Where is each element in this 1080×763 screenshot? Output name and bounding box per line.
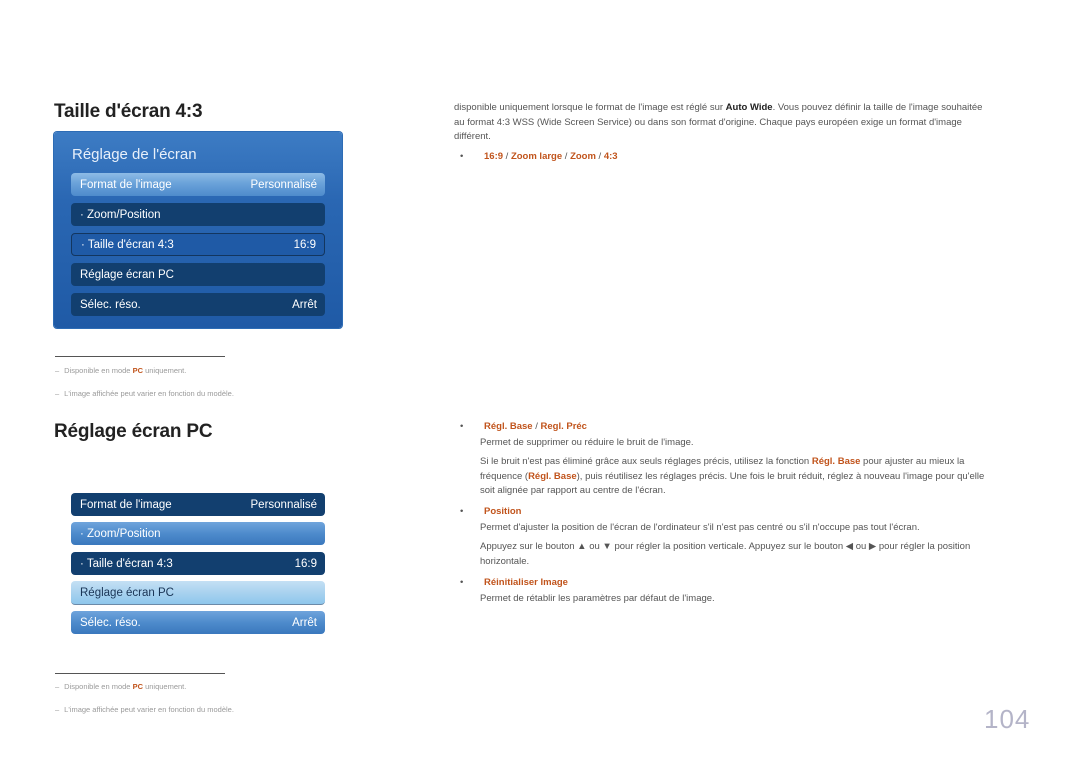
bullet-description: Permet d'ajuster la position de l'écran … xyxy=(480,522,920,533)
bullet-title: Regl. Préc xyxy=(540,421,587,432)
bullet-icon: • xyxy=(460,577,464,588)
bullet-title: Position xyxy=(484,506,522,517)
menu-item-label: Format de l'image xyxy=(80,178,172,191)
menu-item-selec-reso[interactable]: Sélec. réso. Arrêt xyxy=(71,611,325,634)
bullet-icon: • xyxy=(460,421,464,432)
options-bullet: • 16:9 / Zoom large / Zoom / 4:3 xyxy=(460,151,618,162)
menu-item-value: Personnalisé xyxy=(250,178,317,191)
intro-paragraph: disponible uniquement lorsque le format … xyxy=(454,101,1034,145)
menu-item-taille-ecran[interactable]: · Taille d'écran 4:3 16:9 xyxy=(71,233,325,256)
menu-item-value: 16:9 xyxy=(294,557,317,570)
section-title-taille-ecran: Taille d'écran 4:3 xyxy=(54,101,203,122)
text: disponible uniquement lorsque le format … xyxy=(454,102,726,113)
footnote-divider xyxy=(55,673,225,674)
dash-icon: – xyxy=(55,389,60,398)
menu-item-label: · Taille d'écran 4:3 xyxy=(80,557,173,570)
separator: / xyxy=(562,151,571,162)
menu-item-format-image[interactable]: Format de l'image Personnalisé xyxy=(71,493,325,516)
footnote-text: L'image affichée peut varier en fonction… xyxy=(64,389,234,398)
menu-item-selec-reso[interactable]: Sélec. réso. Arrêt xyxy=(71,293,325,316)
text: . Vous pouvez définir la taille de l'ima… xyxy=(772,102,983,113)
menu-item-format-image[interactable]: Format de l'image Personnalisé xyxy=(71,173,325,196)
detail-line: horizontale. xyxy=(480,555,530,567)
dash-icon: – xyxy=(55,705,60,714)
menu-item-taille-ecran[interactable]: · Taille d'écran 4:3 16:9 xyxy=(71,552,325,575)
menu-item-label: Sélec. réso. xyxy=(80,616,141,629)
section-title-reglage-ecran-pc: Réglage écran PC xyxy=(54,421,213,442)
footnote-highlight: PC xyxy=(132,682,143,691)
separator: / xyxy=(532,421,541,432)
dash-icon: – xyxy=(55,366,60,375)
footnote: – L'image affichée peut varier en fonctio… xyxy=(55,705,234,714)
footnote: – L'image affichée peut varier en fonctio… xyxy=(55,389,234,398)
menu-item-label: · Taille d'écran 4:3 xyxy=(81,238,174,251)
option-name: 16:9 xyxy=(484,151,504,162)
accent-text: Régl. Base xyxy=(811,456,861,467)
footnote-highlight: PC xyxy=(132,366,143,375)
option-name: 4:3 xyxy=(603,151,618,162)
detail-line: Appuyez sur le bouton ▲ ou ▼ pour régler… xyxy=(480,541,971,552)
detail-line: Si le bruit n'est pas éliminé grâce aux … xyxy=(480,455,1020,470)
osd-title: Réglage de l'écran xyxy=(72,146,197,163)
page-number: 104 xyxy=(984,704,1031,734)
footnote: – Disponible en mode PC uniquement. xyxy=(55,682,186,691)
menu-item-label: Format de l'image xyxy=(80,498,172,511)
text: ), puis réutilisez les réglages précis. … xyxy=(576,470,985,482)
menu-item-reglage-ecran-pc[interactable]: Réglage écran PC xyxy=(71,581,325,605)
menu-item-label: Réglage écran PC xyxy=(80,586,174,599)
dash-icon: – xyxy=(55,682,60,691)
option-name: Zoom large xyxy=(510,151,563,162)
detail-line: fréquence (Régl. Base), puis réutilisez … xyxy=(480,470,1020,485)
footnote: – Disponible en mode PC uniquement. xyxy=(55,366,186,375)
menu-item-label: Sélec. réso. xyxy=(80,298,141,311)
footnote-text: Disponible en mode xyxy=(64,682,133,691)
footnote-text: uniquement. xyxy=(142,366,187,375)
bullet-icon: • xyxy=(460,151,464,162)
bullet-icon: • xyxy=(460,506,464,517)
separator: / xyxy=(595,151,604,162)
menu-item-zoom-position[interactable]: · Zoom/Position xyxy=(71,522,325,545)
menu-item-value: Arrêt xyxy=(292,616,317,629)
menu-item-label: · Zoom/Position xyxy=(80,527,161,540)
detail-line: soit alignée par rapport au centre de l'… xyxy=(480,485,666,496)
bullet-description: Permet de rétablir les paramètres par dé… xyxy=(480,593,715,604)
bullet-position: • Position xyxy=(460,506,521,517)
bold-text: Auto Wide xyxy=(725,102,773,113)
menu-item-value: Arrêt xyxy=(292,298,317,311)
intro-line: au format 4:3 WSS (Wide Screen Service) … xyxy=(454,116,962,128)
footnote-text: uniquement. xyxy=(142,682,187,691)
text: Si le bruit n'est pas éliminé grâce aux … xyxy=(480,456,812,467)
intro-line: disponible uniquement lorsque le format … xyxy=(454,101,1034,116)
footnote-text: L'image affichée peut varier en fonction… xyxy=(64,705,234,714)
bullet-detail: Appuyez sur le bouton ▲ ou ▼ pour régler… xyxy=(480,540,1020,569)
intro-line: différent. xyxy=(454,131,491,142)
footnote-divider xyxy=(55,356,225,357)
accent-text: Régl. Base xyxy=(528,470,577,482)
text: fréquence ( xyxy=(480,470,529,482)
bullet-description: Permet de supprimer ou réduire le bruit … xyxy=(480,437,694,448)
menu-item-label: Réglage écran PC xyxy=(80,268,174,281)
bullet-title: Réinitialiser Image xyxy=(484,577,568,588)
menu-item-reglage-ecran-pc[interactable]: Réglage écran PC xyxy=(71,263,325,286)
menu-item-value: Personnalisé xyxy=(250,498,317,511)
text: pour ajuster au mieux la xyxy=(860,456,965,467)
bullet-detail: Si le bruit n'est pas éliminé grâce aux … xyxy=(480,455,1020,499)
bullet-reinitialiser: • Réinitialiser Image xyxy=(460,577,568,588)
menu-item-value: 16:9 xyxy=(293,238,316,251)
footnote-text: Disponible en mode xyxy=(64,366,133,375)
option-name: Zoom xyxy=(570,151,596,162)
bullet-regl-base: • Régl. Base / Regl. Préc xyxy=(460,421,587,432)
bullet-title: Régl. Base xyxy=(484,421,533,432)
menu-item-label: · Zoom/Position xyxy=(80,208,161,221)
menu-item-zoom-position[interactable]: · Zoom/Position xyxy=(71,203,325,226)
separator: / xyxy=(503,151,511,162)
